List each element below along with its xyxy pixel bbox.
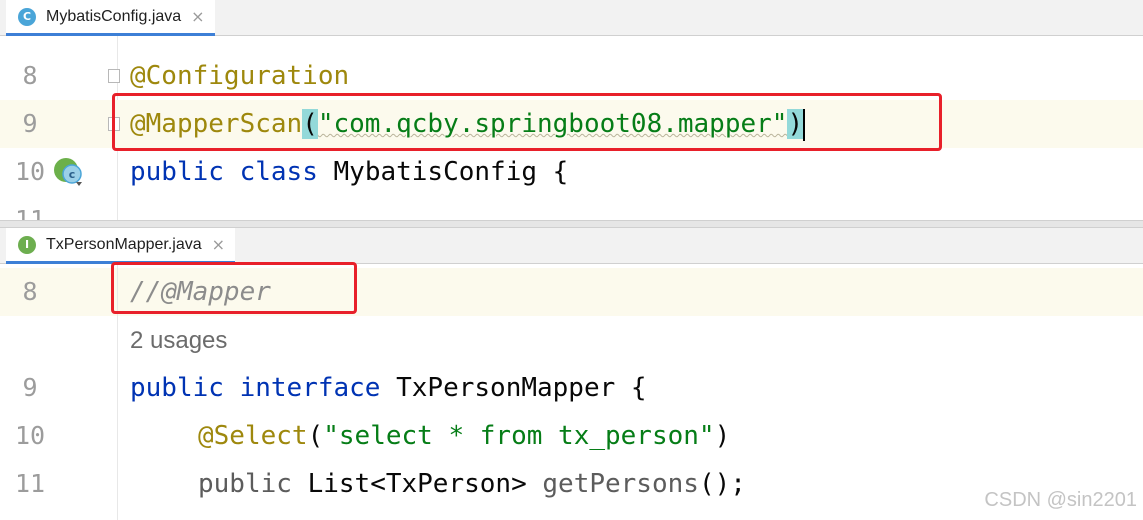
fold-marker-icon[interactable] — [108, 69, 120, 83]
close-icon[interactable]: × — [191, 7, 204, 26]
code-vision-line[interactable]: 2 usages — [0, 317, 1143, 365]
line-number: 10 — [14, 421, 46, 450]
paren-token: ) — [714, 421, 731, 451]
editor-tab-bar: I TxPersonMapper.java × — [0, 228, 1143, 264]
code-text[interactable]: public interface TxPersonMapper { — [130, 364, 647, 412]
tab-txpersonmapper[interactable]: I TxPersonMapper.java × — [6, 228, 236, 264]
watermark: CSDN @sin2201 — [984, 489, 1137, 511]
method-name-token: getPersons — [542, 469, 699, 499]
editor-pane-mybatisconfig[interactable]: C MybatisConfig.java × 8 @Configuration … — [0, 0, 1143, 220]
interface-name-token: TxPersonMapper { — [396, 373, 647, 403]
keyword-token: public — [130, 157, 224, 187]
punctuation-token: (); — [698, 469, 746, 499]
editor-splitter[interactable] — [0, 220, 1143, 228]
line-number: 10 — [14, 157, 46, 186]
annotation-token: @Select — [198, 421, 308, 451]
type-token: List<TxPerson> — [307, 469, 527, 499]
java-interface-icon: I — [18, 235, 36, 254]
tab-label: MybatisConfig.java — [46, 7, 182, 25]
usages-hint[interactable]: 2 usages — [130, 317, 227, 365]
code-line[interactable]: 9 public interface TxPersonMapper { — [0, 364, 1143, 412]
line-number: 8 — [22, 61, 38, 90]
editor-pane-txpersonmapper[interactable]: I TxPersonMapper.java × 8 //@Mapper 2 us… — [0, 228, 1143, 520]
keyword-token: class — [239, 157, 318, 187]
line-number: 8 — [22, 277, 38, 306]
code-text[interactable]: @Select("select * from tx_person") — [198, 412, 730, 460]
string-token: "select * from tx_person" — [323, 421, 715, 451]
code-line[interactable]: 10 @Select("select * from tx_person") — [0, 412, 1143, 460]
code-line[interactable]: 11 — [0, 196, 1143, 220]
code-line[interactable]: 11 public List<TxPerson> getPersons(); — [0, 460, 1143, 508]
tab-mybatisconfig[interactable]: C MybatisConfig.java × — [6, 0, 215, 36]
class-name-token: MybatisConfig { — [333, 157, 569, 187]
spring-bean-icon[interactable]: c — [52, 156, 86, 192]
code-text[interactable]: public List<TxPerson> getPersons(); — [198, 460, 746, 508]
keyword-token: public — [130, 373, 224, 403]
tab-label: TxPersonMapper.java — [46, 235, 202, 253]
line-number: 9 — [22, 373, 38, 402]
line-number: 11 — [14, 205, 46, 220]
java-class-icon: C — [18, 7, 36, 26]
close-icon[interactable]: × — [212, 235, 225, 254]
code-text[interactable]: public class MybatisConfig { — [130, 148, 568, 196]
highlight-box-mapper-comment — [111, 262, 357, 314]
line-number: 9 — [22, 109, 38, 138]
line-number: 11 — [14, 469, 46, 498]
keyword-token: interface — [239, 373, 381, 403]
annotation-token: @Configuration — [130, 61, 350, 91]
svg-text:c: c — [69, 168, 76, 181]
editor-tab-bar: C MybatisConfig.java × — [0, 0, 1143, 36]
highlight-box-mapperscan — [112, 93, 942, 151]
keyword-token: public — [198, 469, 292, 499]
paren-token: ( — [307, 421, 324, 451]
code-line[interactable]: 10 c public class MybatisConfig { — [0, 148, 1143, 196]
